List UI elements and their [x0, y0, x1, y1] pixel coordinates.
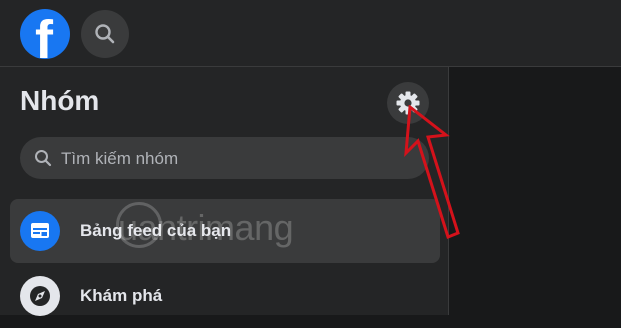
- sidebar-item-label: Khám phá: [80, 286, 163, 305]
- search-icon: [95, 24, 115, 44]
- sidebar-item-label: Bảng feed của bạn: [80, 221, 232, 240]
- search-icon: [35, 150, 52, 167]
- groups-sidebar: Nhóm Tìm kiếm nhóm Bảng feed của bạn Khá…: [0, 67, 449, 316]
- sidebar-item-discover[interactable]: Khám phá: [10, 264, 440, 328]
- group-settings-button[interactable]: [387, 82, 429, 124]
- facebook-search-button[interactable]: [81, 10, 129, 58]
- page-title: Nhóm: [20, 85, 100, 116]
- compass-icon: [20, 276, 60, 316]
- facebook-logo-icon[interactable]: f: [20, 9, 70, 59]
- feed-icon: [20, 211, 60, 251]
- top-navigation-bar: f: [0, 0, 621, 67]
- gear-icon: [396, 91, 420, 115]
- group-search-field[interactable]: [20, 137, 429, 181]
- group-search-input[interactable]: [59, 137, 413, 181]
- sidebar-item-feed[interactable]: Bảng feed của bạn: [10, 199, 440, 263]
- main-content-area: [449, 67, 621, 315]
- facebook-logo-glyph: f: [35, 10, 53, 59]
